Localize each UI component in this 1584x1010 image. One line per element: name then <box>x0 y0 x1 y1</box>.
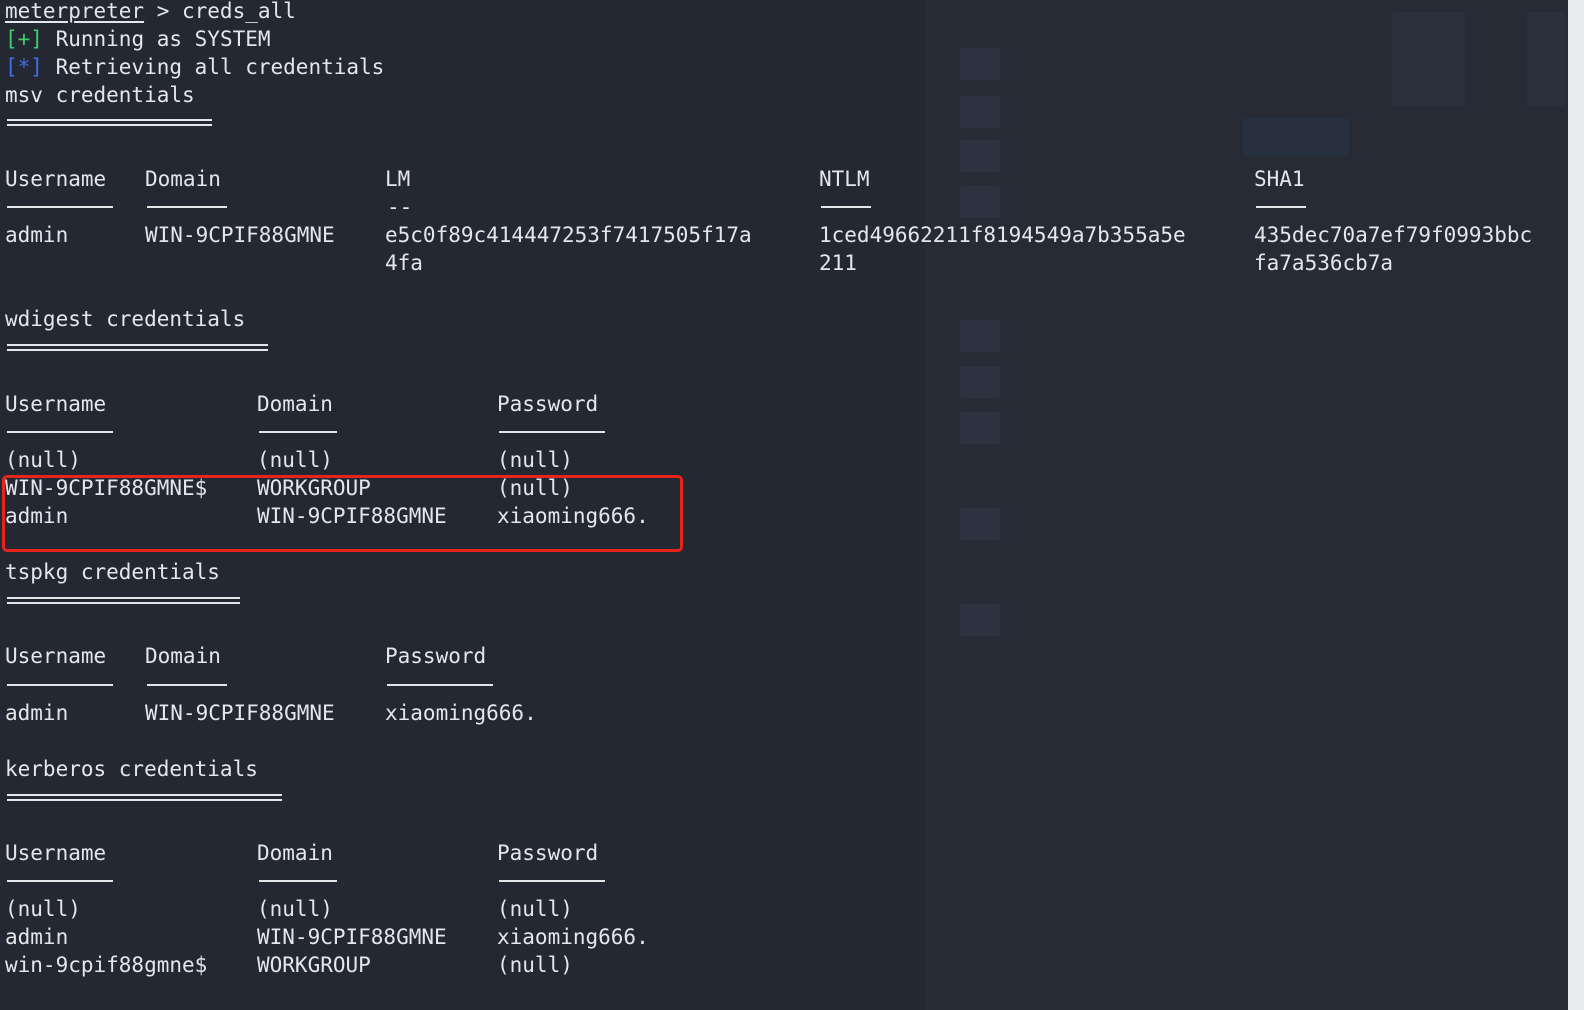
column-header: Username <box>5 392 107 416</box>
header-underline <box>499 431 605 433</box>
table-cell: fa7a536cb7a <box>1254 251 1394 275</box>
table-cell: WIN-9CPIF88GMNE <box>145 223 335 247</box>
table-cell: 211 <box>819 251 857 275</box>
title-underline <box>7 344 268 351</box>
title-underline <box>7 794 282 801</box>
column-header: Domain <box>145 167 221 191</box>
prompt-line: meterpreter > creds_all <box>5 0 296 25</box>
ghost-videos-icon <box>960 366 1000 398</box>
header-underline-text: -- <box>387 195 413 219</box>
ghost-selection <box>1243 118 1349 156</box>
terminal-window[interactable]: meterpreter > creds_all [+] Running as S… <box>0 0 1584 1010</box>
header-underline <box>259 431 337 433</box>
title-underline <box>7 119 212 126</box>
column-header: Username <box>5 644 107 668</box>
table-cell: (null) <box>257 897 333 921</box>
table-cell: WIN-9CPIF88GMNE <box>257 925 447 949</box>
header-underline <box>7 431 113 433</box>
status-text: Running as SYSTEM <box>42 27 271 51</box>
table-cell: WIN-9CPIF88GMNE <box>145 701 335 725</box>
status-line: [*] Retrieving all credentials <box>5 53 384 81</box>
table-cell: (null) <box>497 448 573 472</box>
column-header: Domain <box>145 644 221 668</box>
title-underline <box>7 597 240 604</box>
table-cell: 435dec70a7ef79f0993bbc <box>1254 223 1533 247</box>
table-cell: (null) <box>5 897 81 921</box>
success-marker: [+] <box>5 27 43 51</box>
column-header: LM <box>385 167 411 191</box>
header-underline <box>7 206 113 208</box>
column-header: NTLM <box>819 167 870 191</box>
header-underline <box>7 684 113 686</box>
table-cell: admin <box>5 925 69 949</box>
table-cell: e5c0f89c414447253f7417505f17a <box>385 223 752 247</box>
column-header: Password <box>385 644 487 668</box>
header-underline <box>147 684 227 686</box>
table-cell: (null) <box>257 448 333 472</box>
column-header: Domain <box>257 392 333 416</box>
column-header: Password <box>497 392 599 416</box>
column-header: Password <box>497 841 599 865</box>
table-cell: 1ced49662211f8194549a7b355a5e <box>819 223 1186 247</box>
table-cell: xiaoming666. <box>497 925 649 949</box>
ghost-trash-icon <box>960 186 1000 218</box>
header-underline <box>821 206 871 208</box>
ghost-window-edge <box>1568 0 1584 1010</box>
ghost-filesystem-icon <box>960 508 1000 540</box>
ghost-downloads-icon <box>960 412 1000 444</box>
table-cell: win-9cpif88gmne$ <box>5 953 208 977</box>
table-cell: (null) <box>497 897 573 921</box>
section-title: wdigest credentials <box>5 307 246 331</box>
section-title: msv credentials <box>5 83 195 107</box>
ghost-network-icon <box>960 604 1000 636</box>
status-line: [+] Running as SYSTEM <box>5 25 271 53</box>
table-cell: (null) <box>5 448 81 472</box>
table-cell: 4fa <box>385 251 423 275</box>
ghost-computer-icon <box>960 48 1000 80</box>
column-header: SHA1 <box>1254 167 1305 191</box>
header-underline <box>147 206 227 208</box>
header-underline <box>1256 206 1306 208</box>
ghost-document-icon <box>1526 12 1566 106</box>
highlight-box <box>2 475 683 552</box>
table-cell: xiaoming666. <box>385 701 537 725</box>
status-text: Retrieving all credentials <box>42 55 385 79</box>
ghost-document-icon <box>1392 12 1466 106</box>
table-cell: WORKGROUP <box>257 953 371 977</box>
table-cell: admin <box>5 223 69 247</box>
header-underline <box>7 880 113 882</box>
column-header: Username <box>5 841 107 865</box>
table-cell: (null) <box>497 953 573 977</box>
table-cell: admin <box>5 701 69 725</box>
section-title: tspkg credentials <box>5 560 220 584</box>
info-marker: [*] <box>5 55 43 79</box>
column-header: Domain <box>257 841 333 865</box>
header-underline <box>259 880 337 882</box>
ghost-home-icon <box>960 96 1000 128</box>
header-underline <box>387 684 493 686</box>
header-underline <box>499 880 605 882</box>
prompt-command: > creds_all <box>144 0 296 23</box>
section-title: kerberos credentials <box>5 757 258 781</box>
ghost-pictures-icon <box>960 320 1000 352</box>
ghost-desktop-icon <box>960 140 1000 172</box>
column-header: Username <box>5 167 107 191</box>
prompt-name: meterpreter <box>5 0 145 23</box>
